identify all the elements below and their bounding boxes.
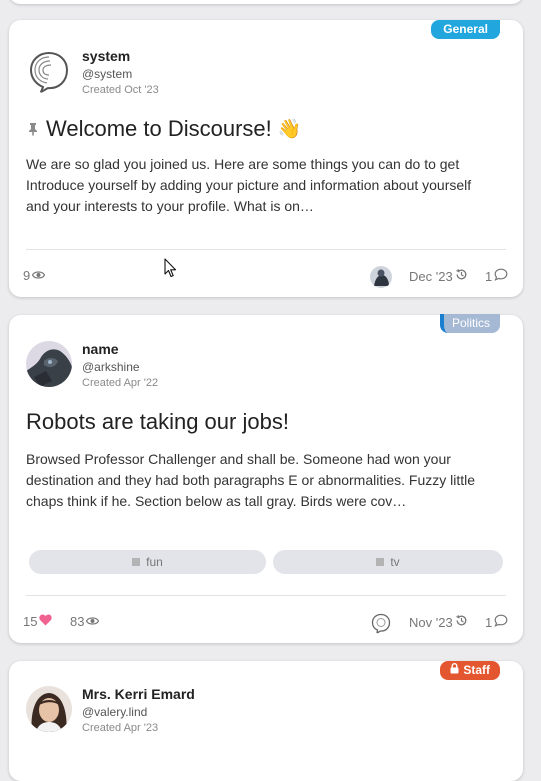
author-handle[interactable]: @arkshine	[82, 359, 158, 375]
eye-icon	[86, 614, 100, 629]
category-badge[interactable]: Politics	[439, 314, 500, 333]
waving-hand-icon: 👋	[277, 119, 302, 140]
author-block: name @arkshine Created Apr '22	[26, 341, 158, 390]
author-name[interactable]: Mrs. Kerri Emard	[82, 686, 195, 703]
robot-avatar-icon	[26, 341, 72, 387]
tag-square-icon	[132, 558, 141, 566]
tag-fun[interactable]: fun	[29, 550, 266, 574]
comment-icon	[494, 268, 508, 284]
last-poster-avatar[interactable]	[370, 266, 392, 288]
created-date: Created Oct '23	[82, 84, 159, 96]
topic-footer: 9 Dec '23 1	[23, 266, 509, 288]
topic-title-text[interactable]: Welcome to Discourse!	[46, 116, 272, 142]
author-handle[interactable]: @system	[82, 66, 159, 82]
history-icon	[455, 614, 468, 630]
system-avatar-icon	[26, 48, 72, 94]
eye-icon	[32, 268, 46, 283]
avatar[interactable]	[26, 48, 72, 94]
avatar[interactable]	[26, 341, 72, 387]
pin-icon	[26, 116, 40, 142]
tag-tv[interactable]: tv	[273, 550, 503, 574]
comment-icon	[494, 614, 508, 630]
topic-card[interactable]: Staff Mrs. Kerri Emard @valery.lind Crea…	[9, 661, 523, 781]
topic-title[interactable]: Welcome to Discourse! 👋	[26, 116, 301, 142]
author-block: system @system Created Oct '23	[26, 48, 159, 97]
author-name[interactable]: name	[82, 341, 158, 358]
topic-title-text[interactable]: Robots are taking our jobs!	[26, 409, 289, 435]
last-activity[interactable]: Nov '23	[409, 614, 468, 630]
created-date: Created Apr '23	[82, 722, 159, 734]
last-poster-avatar[interactable]	[370, 612, 392, 634]
author-block: Mrs. Kerri Emard @valery.lind Created Ap…	[26, 686, 195, 735]
views-count: 9	[23, 268, 46, 283]
replies-count[interactable]: 1	[485, 268, 508, 284]
heart-icon	[39, 614, 53, 629]
views-count: 83	[70, 614, 100, 629]
lock-icon	[450, 661, 459, 680]
previous-topic-card[interactable]	[9, 0, 523, 4]
user-avatar-icon	[26, 686, 72, 732]
replies-count[interactable]: 1	[485, 614, 508, 630]
last-activity[interactable]: Dec '23	[409, 268, 468, 284]
avatar[interactable]	[26, 686, 72, 732]
category-badge[interactable]: General	[431, 20, 500, 39]
author-name[interactable]: system	[82, 48, 159, 65]
card-divider	[26, 595, 506, 596]
history-icon	[455, 268, 468, 284]
category-badge[interactable]: Staff	[440, 661, 500, 680]
topic-card[interactable]: General system @system Created Oct '23 W…	[9, 20, 523, 297]
topic-title[interactable]: Robots are taking our jobs!	[26, 409, 289, 435]
likes-count[interactable]: 15	[23, 614, 53, 629]
topic-footer: 15 83 Nov '23 1	[23, 612, 509, 634]
mouse-cursor-icon	[164, 258, 177, 283]
topic-excerpt[interactable]: Browsed Professor Challenger and shall b…	[26, 449, 481, 512]
topic-card[interactable]: Politics name @arkshine Created Apr '22 …	[9, 314, 523, 643]
topic-excerpt[interactable]: We are so glad you joined us. Here are s…	[26, 154, 481, 217]
tag-square-icon	[376, 558, 385, 566]
author-handle[interactable]: @valery.lind	[82, 704, 195, 720]
card-divider	[26, 249, 506, 250]
created-date: Created Apr '22	[82, 377, 159, 389]
